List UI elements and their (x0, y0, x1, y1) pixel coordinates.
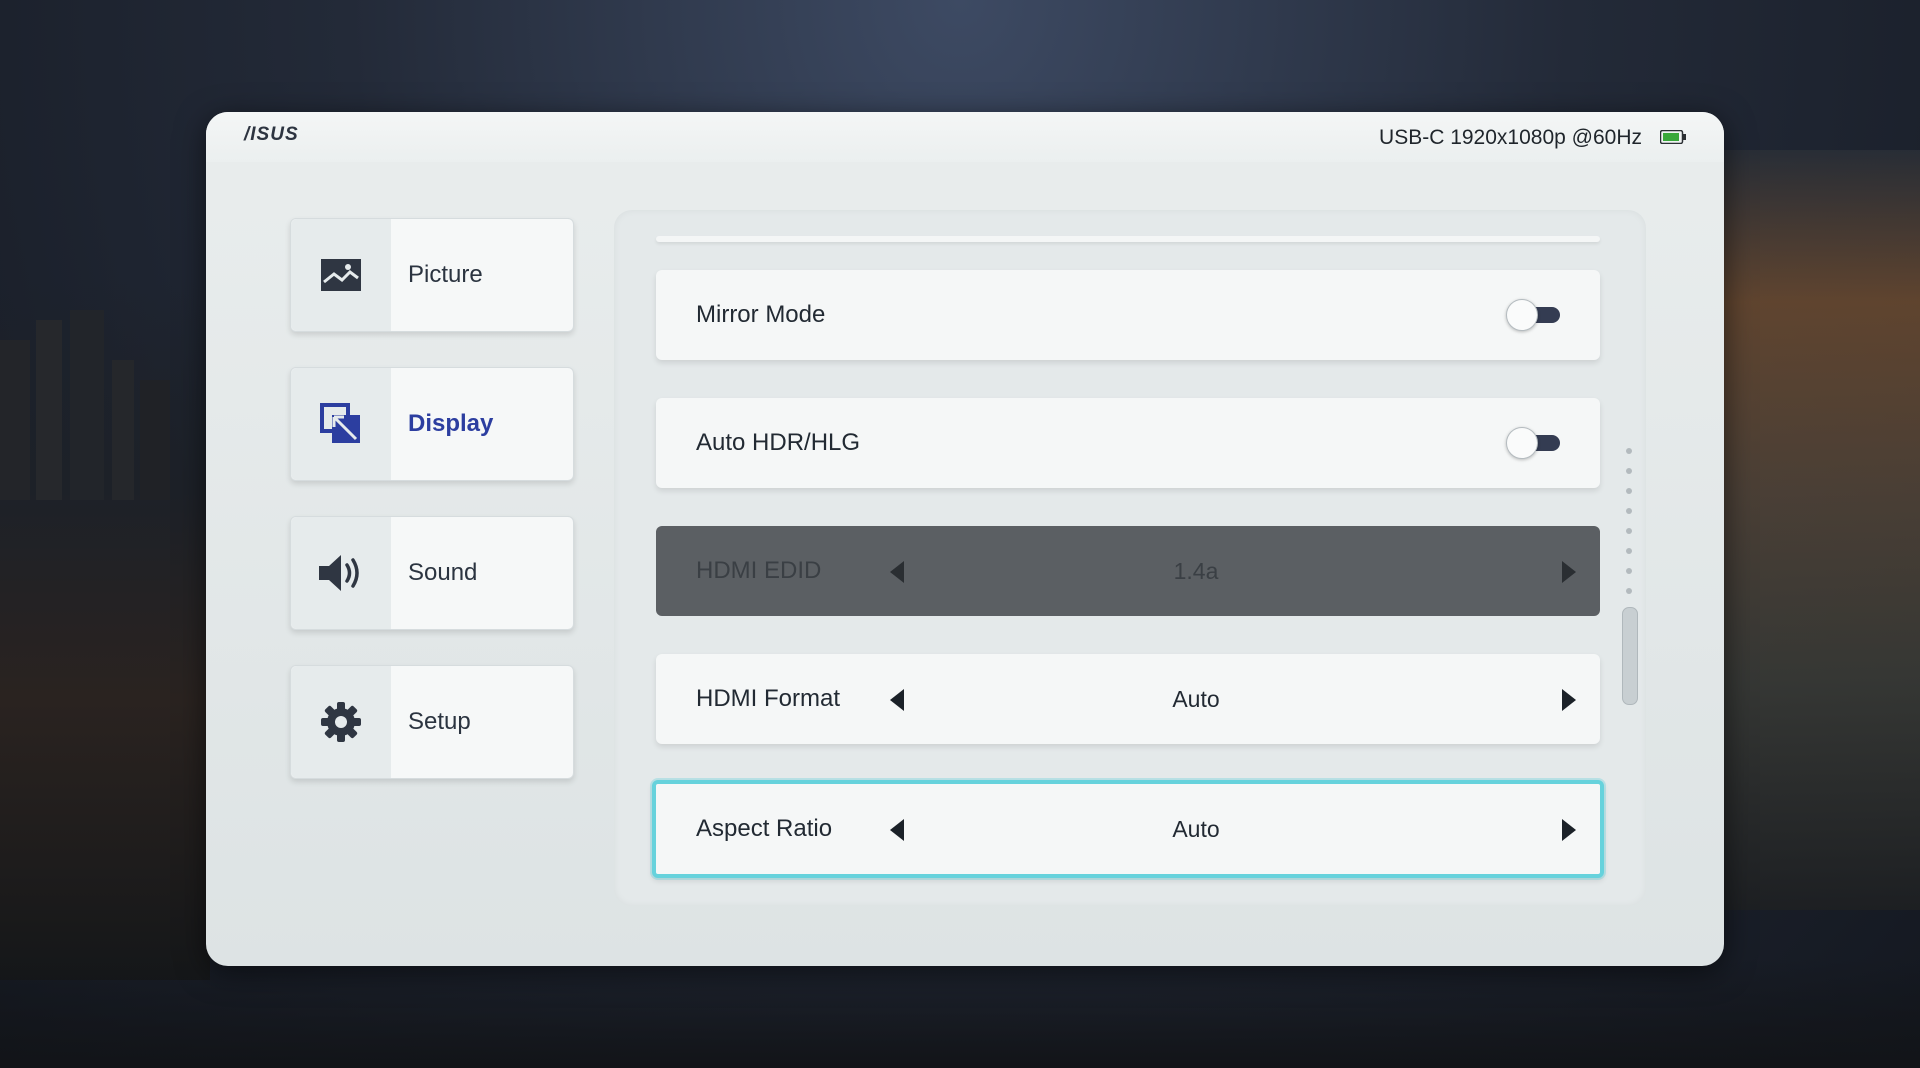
scroll-dot (1626, 448, 1632, 454)
osd-header: /ISUS USB-C 1920x1080p @60Hz (206, 112, 1724, 162)
background-scenery-right (1700, 150, 1920, 910)
battery-icon (1660, 130, 1686, 144)
scroll-dot (1626, 568, 1632, 574)
clipped-row-edge (656, 236, 1600, 242)
speaker-icon-box (291, 517, 391, 629)
setting-label: HDMI Format (696, 685, 840, 712)
setting-value: Auto (1172, 815, 1220, 842)
scroll-dot (1626, 508, 1632, 514)
sidebar-item-picture[interactable]: Picture (290, 218, 574, 332)
arrow-left-icon (890, 561, 904, 583)
setting-value: Auto (1172, 685, 1220, 712)
mirror-mode-toggle[interactable] (1506, 299, 1562, 331)
scroll-dot (1626, 588, 1632, 594)
sidebar-item-label: Sound (408, 559, 478, 586)
arrow-left-icon[interactable] (890, 819, 904, 841)
display-icon-box (291, 368, 391, 480)
gear-icon-box (291, 666, 391, 778)
scroll-dot (1626, 468, 1632, 474)
setting-label: Auto HDR/HLG (696, 429, 861, 456)
category-sidebar: Picture Display Sound Setup (290, 218, 574, 814)
sidebar-item-setup[interactable]: Setup (290, 665, 574, 779)
input-source-info: USB-C 1920x1080p @60Hz (1379, 126, 1642, 149)
auto-hdr-row[interactable]: Auto HDR/HLG (656, 398, 1600, 488)
picture-icon-box (291, 219, 391, 331)
scroll-dot (1626, 548, 1632, 554)
scrollbar[interactable] (1622, 446, 1638, 712)
background-ground (0, 958, 1920, 1068)
toggle-knob (1506, 299, 1538, 331)
display-icon (320, 403, 360, 443)
arrow-right-icon[interactable] (1562, 689, 1576, 711)
settings-panel: Mirror Mode Auto HDR/HLG HDMI EDID 1.4a … (614, 210, 1646, 906)
sidebar-item-label: Picture (408, 261, 483, 288)
mirror-mode-row[interactable]: Mirror Mode (656, 270, 1600, 360)
gear-icon (321, 702, 361, 742)
scroll-dot (1626, 528, 1632, 534)
setting-label: Mirror Mode (696, 301, 826, 328)
setting-label: HDMI EDID (696, 557, 822, 584)
arrow-left-icon[interactable] (890, 689, 904, 711)
sidebar-item-label: Setup (408, 708, 471, 735)
brand-logo: /ISUS (244, 124, 299, 145)
auto-hdr-toggle[interactable] (1506, 427, 1562, 459)
sidebar-item-label: Display (408, 410, 494, 437)
toggle-knob (1506, 427, 1538, 459)
sidebar-item-sound[interactable]: Sound (290, 516, 574, 630)
hdmi-format-row[interactable]: HDMI Format Auto (656, 654, 1600, 744)
scroll-dot (1626, 488, 1632, 494)
picture-icon (321, 259, 361, 291)
hdmi-edid-row: HDMI EDID 1.4a (656, 526, 1600, 616)
sidebar-item-display[interactable]: Display (290, 367, 574, 481)
speaker-icon (319, 555, 359, 591)
setting-label: Aspect Ratio (696, 815, 833, 842)
scroll-thumb[interactable] (1622, 607, 1638, 705)
arrow-right-icon[interactable] (1562, 819, 1576, 841)
arrow-right-icon (1562, 561, 1576, 583)
setting-value: 1.4a (1173, 557, 1219, 584)
background-city-silhouette (0, 310, 170, 500)
osd-menu-window: /ISUS USB-C 1920x1080p @60Hz Picture Dis… (206, 112, 1724, 966)
aspect-ratio-row[interactable]: Aspect Ratio Auto (652, 780, 1604, 878)
